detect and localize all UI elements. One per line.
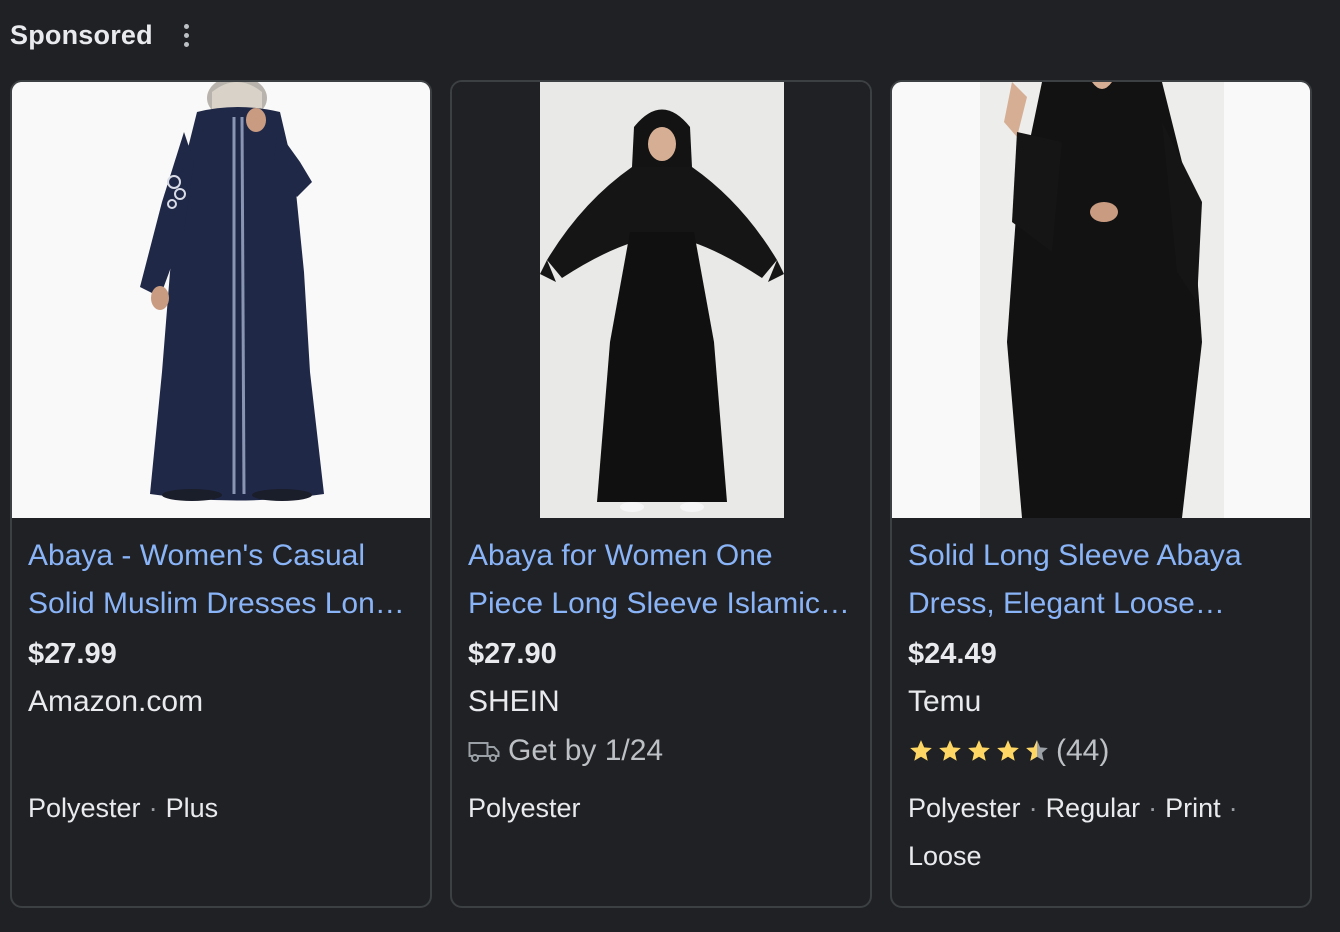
attribute: Loose <box>908 841 982 871</box>
more-vert-icon[interactable] <box>177 19 197 51</box>
attribute: Regular <box>1045 793 1141 823</box>
product-title-1[interactable]: Abaya - Women's Casual Solid Muslim Dres… <box>28 532 414 628</box>
delivery-text: Get by 1/24 <box>508 734 664 767</box>
star-icon <box>997 740 1019 761</box>
product-carousel: Abaya - Women's Casual Solid Muslim Dres… <box>10 80 1312 908</box>
product-title-2[interactable]: Abaya for Women One Piece Long Sleeve Is… <box>468 532 854 628</box>
product-image-2[interactable] <box>452 82 870 518</box>
merchant-name-1: Amazon.com <box>28 685 204 718</box>
sponsored-header: Sponsored <box>10 14 197 56</box>
delivery-row: Get by 1/24 <box>468 726 854 776</box>
star-rating <box>908 738 1050 764</box>
merchant-name-2: SHEIN <box>468 685 560 718</box>
attribute: Polyester <box>28 793 141 823</box>
product-price-2: $27.90 <box>468 638 557 670</box>
product-attributes-3: Polyester · Regular · Print · Loose <box>908 793 1238 871</box>
attribute: Polyester <box>468 793 581 823</box>
product-attributes-1: Polyester · Plus <box>28 793 219 823</box>
product-card-2[interactable]: Abaya for Women One Piece Long Sleeve Is… <box>450 80 872 908</box>
product-title-3[interactable]: Solid Long Sleeve Abaya Dress, Elegant L… <box>908 532 1294 628</box>
star-icon <box>968 740 990 761</box>
star-icon <box>910 740 932 761</box>
truck-icon <box>468 742 500 762</box>
attribute: Polyester <box>908 793 1021 823</box>
product-price-1: $27.99 <box>28 638 117 670</box>
attribute: Print <box>1165 793 1221 823</box>
product-attributes-2: Polyester <box>468 784 854 832</box>
rating-row: (44) <box>908 726 1294 776</box>
product-price-3: $24.49 <box>908 638 997 670</box>
sponsored-label: Sponsored <box>10 19 153 50</box>
star-half-icon <box>1026 740 1048 761</box>
product-image-3[interactable] <box>892 82 1310 518</box>
merchant-name-3: Temu <box>908 685 982 718</box>
attribute: Plus <box>165 793 219 823</box>
product-card-1[interactable]: Abaya - Women's Casual Solid Muslim Dres… <box>10 80 432 908</box>
product-image-1[interactable] <box>12 82 430 518</box>
product-card-3[interactable]: Solid Long Sleeve Abaya Dress, Elegant L… <box>890 80 1312 908</box>
rating-count: (44) <box>1056 734 1110 767</box>
star-icon <box>939 740 961 761</box>
extra-row-1 <box>28 726 414 776</box>
page: Sponsored Abaya - Women's Casual Solid M… <box>0 0 1340 932</box>
